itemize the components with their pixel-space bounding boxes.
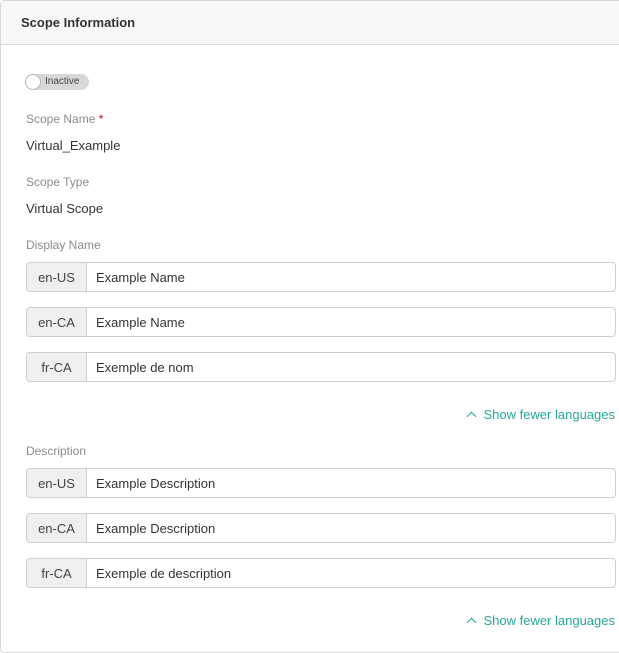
lang-code: en-CA [27, 514, 87, 542]
scope-information-panel: Scope Information Inactive Scope Name * … [0, 0, 619, 653]
display-name-input-en-us[interactable] [87, 263, 615, 291]
description-show-fewer-link[interactable]: Show fewer languages [467, 613, 615, 628]
scope-type-value: Virtual Scope [26, 201, 104, 216]
description-label: Description [26, 444, 87, 458]
status-toggle[interactable]: Inactive [25, 74, 89, 90]
scope-type-label: Scope Type [26, 175, 90, 189]
panel-title: Scope Information [1, 1, 619, 45]
lang-code: en-US [27, 469, 87, 497]
lang-code: fr-CA [27, 353, 87, 381]
display-name-input-en-ca[interactable] [87, 308, 615, 336]
lang-code: fr-CA [27, 559, 87, 587]
display-name-row-en-us: en-US [26, 262, 616, 292]
status-toggle-label: Inactive [45, 76, 80, 87]
chevron-up-icon [467, 617, 477, 628]
show-fewer-text: Show fewer languages [483, 613, 615, 628]
description-input-en-ca[interactable] [87, 514, 615, 542]
description-input-en-us[interactable] [87, 469, 615, 497]
display-name-row-fr-ca: fr-CA [26, 352, 616, 382]
chevron-up-icon [467, 411, 477, 422]
description-row-en-ca: en-CA [26, 513, 616, 543]
display-name-show-fewer-link[interactable]: Show fewer languages [467, 407, 615, 422]
toggle-knob [25, 74, 41, 90]
lang-code: en-US [27, 263, 87, 291]
description-row-en-us: en-US [26, 468, 616, 498]
scope-name-label: Scope Name * [26, 112, 103, 126]
description-input-fr-ca[interactable] [87, 559, 615, 587]
show-fewer-text: Show fewer languages [483, 407, 615, 422]
description-row-fr-ca: fr-CA [26, 558, 616, 588]
display-name-row-en-ca: en-CA [26, 307, 616, 337]
display-name-label: Display Name [26, 238, 101, 252]
required-asterisk: * [98, 112, 104, 126]
scope-name-label-text: Scope Name [26, 112, 96, 126]
lang-code: en-CA [27, 308, 87, 336]
display-name-input-fr-ca[interactable] [87, 353, 615, 381]
scope-name-value: Virtual_Example [26, 138, 121, 153]
